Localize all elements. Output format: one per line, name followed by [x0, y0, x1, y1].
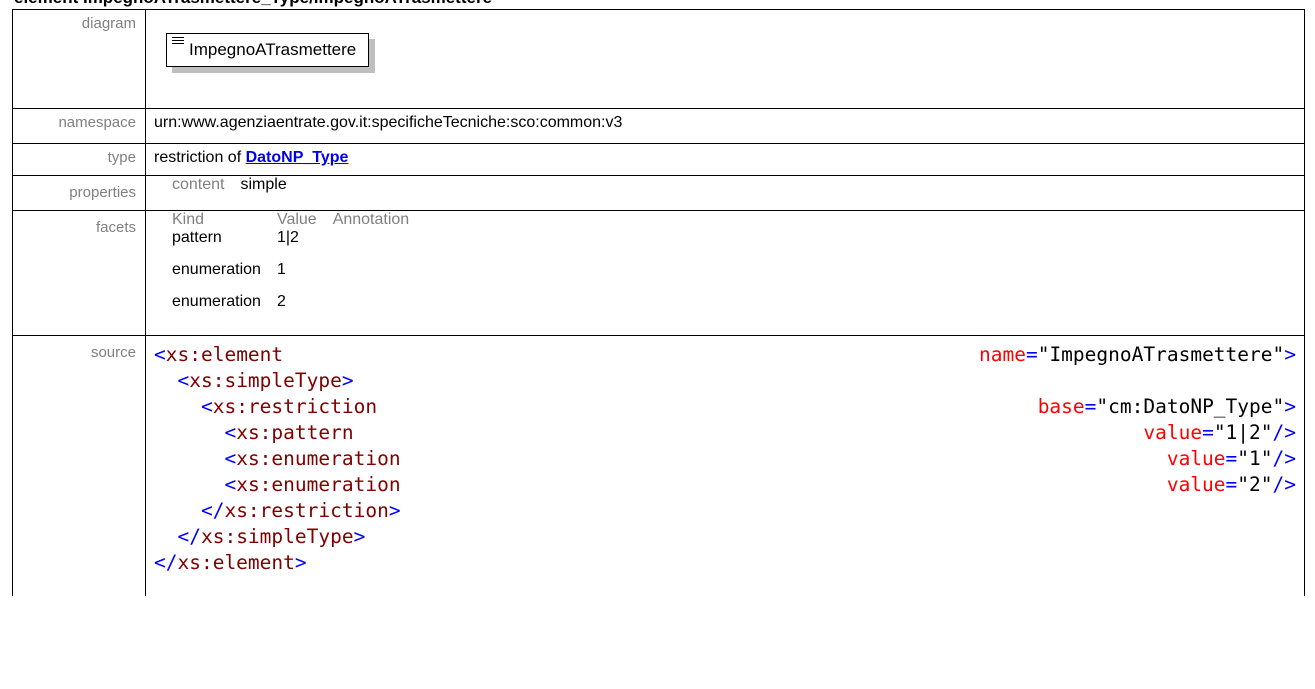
type-cell: restriction of DatoNP_Type [145, 143, 1305, 176]
diagram-label: diagram [12, 9, 146, 109]
source-line: </xs:restriction> [154, 499, 1296, 525]
source-tag: </xs:element> [154, 551, 307, 574]
type-link[interactable]: DatoNP_Type [246, 149, 349, 166]
source-line: <xs:enumeration value="2"/> [154, 473, 1296, 499]
source-attribute: value="2"/> [1166, 473, 1296, 496]
source-attribute: value="1"/> [1166, 447, 1296, 470]
properties-key: content [172, 176, 225, 193]
facet-kind: pattern [172, 229, 222, 246]
properties-row: properties content simple [12, 175, 1305, 211]
source-tag: <xs:element [154, 343, 284, 366]
source-tag: <xs:simpleType> [177, 369, 354, 392]
source-line: </xs:element> [154, 551, 1296, 577]
facet-value: 1 [276, 261, 286, 278]
namespace-label: namespace [12, 108, 146, 144]
source-line: <xs:element name="ImpegnoATrasmettere"> [154, 343, 1296, 369]
facet-annotation [333, 293, 426, 325]
source-line: </xs:simpleType> [154, 525, 1296, 551]
source-label: source [12, 335, 146, 596]
source-code: <xs:element name="ImpegnoATrasmettere"> <… [154, 343, 1296, 577]
page-title: element ImpegnoATrasmettere_Type/Impegno… [14, 0, 492, 8]
source-attribute: base="cm:DatoNP_Type"> [1037, 395, 1296, 418]
source-line: <xs:pattern value="1|2"/> [154, 421, 1296, 447]
facets-row: facets Kind Value Annotation pattern 1|2… [12, 210, 1305, 336]
facets-label: facets [12, 210, 146, 336]
facet-annotation [333, 229, 426, 261]
type-label: type [12, 143, 146, 176]
diagram-cell: ImpegnoATrasmettere [145, 9, 1305, 109]
source-tag: </xs:restriction> [200, 499, 401, 522]
type-row: type restriction of DatoNP_Type [12, 143, 1305, 176]
source-line: <xs:enumeration value="1"/> [154, 447, 1296, 473]
element-doc-table: diagram ImpegnoATrasmettere namespace ur… [12, 9, 1305, 596]
facet-row: pattern 1|2 [172, 229, 425, 261]
facets-table: Kind Value Annotation pattern 1|2 enumer… [172, 211, 425, 325]
facets-header-value: Value [276, 211, 317, 228]
sequence-lines-icon [172, 37, 184, 47]
facet-value: 1|2 [276, 229, 299, 246]
properties-table: content simple [172, 176, 303, 194]
facet-annotation [333, 261, 426, 293]
type-prefix: restriction of [154, 149, 246, 166]
properties-label: properties [12, 175, 146, 211]
source-tag: <xs:pattern [224, 421, 354, 444]
facets-header-kind: Kind [172, 211, 205, 228]
source-row: source <xs:element name="ImpegnoATrasmett… [12, 335, 1305, 596]
source-attribute: value="1|2"/> [1143, 421, 1296, 444]
facets-header-row: Kind Value Annotation [172, 211, 425, 229]
properties-cell: content simple [145, 175, 1305, 211]
facet-kind: enumeration [172, 261, 261, 278]
source-line: <xs:simpleType> [154, 369, 1296, 395]
facet-row: enumeration 1 [172, 261, 425, 293]
source-tag: </xs:simpleType> [177, 525, 366, 548]
facets-header-annotation: Annotation [332, 211, 410, 228]
facet-row: enumeration 2 [172, 293, 425, 325]
properties-value: simple [240, 176, 287, 193]
element-diagram-box[interactable]: ImpegnoATrasmettere [166, 33, 370, 67]
facet-value: 2 [276, 293, 286, 310]
source-tag: <xs:enumeration [224, 447, 401, 470]
source-line: <xs:restriction base="cm:DatoNP_Type"> [154, 395, 1296, 421]
namespace-value: urn:www.agenziaentrate.gov.it:specifiche… [145, 108, 1305, 144]
facet-kind: enumeration [172, 293, 261, 310]
source-attribute: name="ImpegnoATrasmettere"> [978, 343, 1296, 366]
namespace-row: namespace urn:www.agenziaentrate.gov.it:… [12, 108, 1305, 144]
source-cell: <xs:element name="ImpegnoATrasmettere"> <… [145, 335, 1305, 596]
diagram-row: diagram ImpegnoATrasmettere [12, 9, 1305, 109]
source-tag: <xs:enumeration [224, 473, 401, 496]
diagram-element-name: ImpegnoATrasmettere [189, 40, 357, 59]
source-tag: <xs:restriction [200, 395, 378, 418]
facets-cell: Kind Value Annotation pattern 1|2 enumer… [145, 210, 1305, 336]
